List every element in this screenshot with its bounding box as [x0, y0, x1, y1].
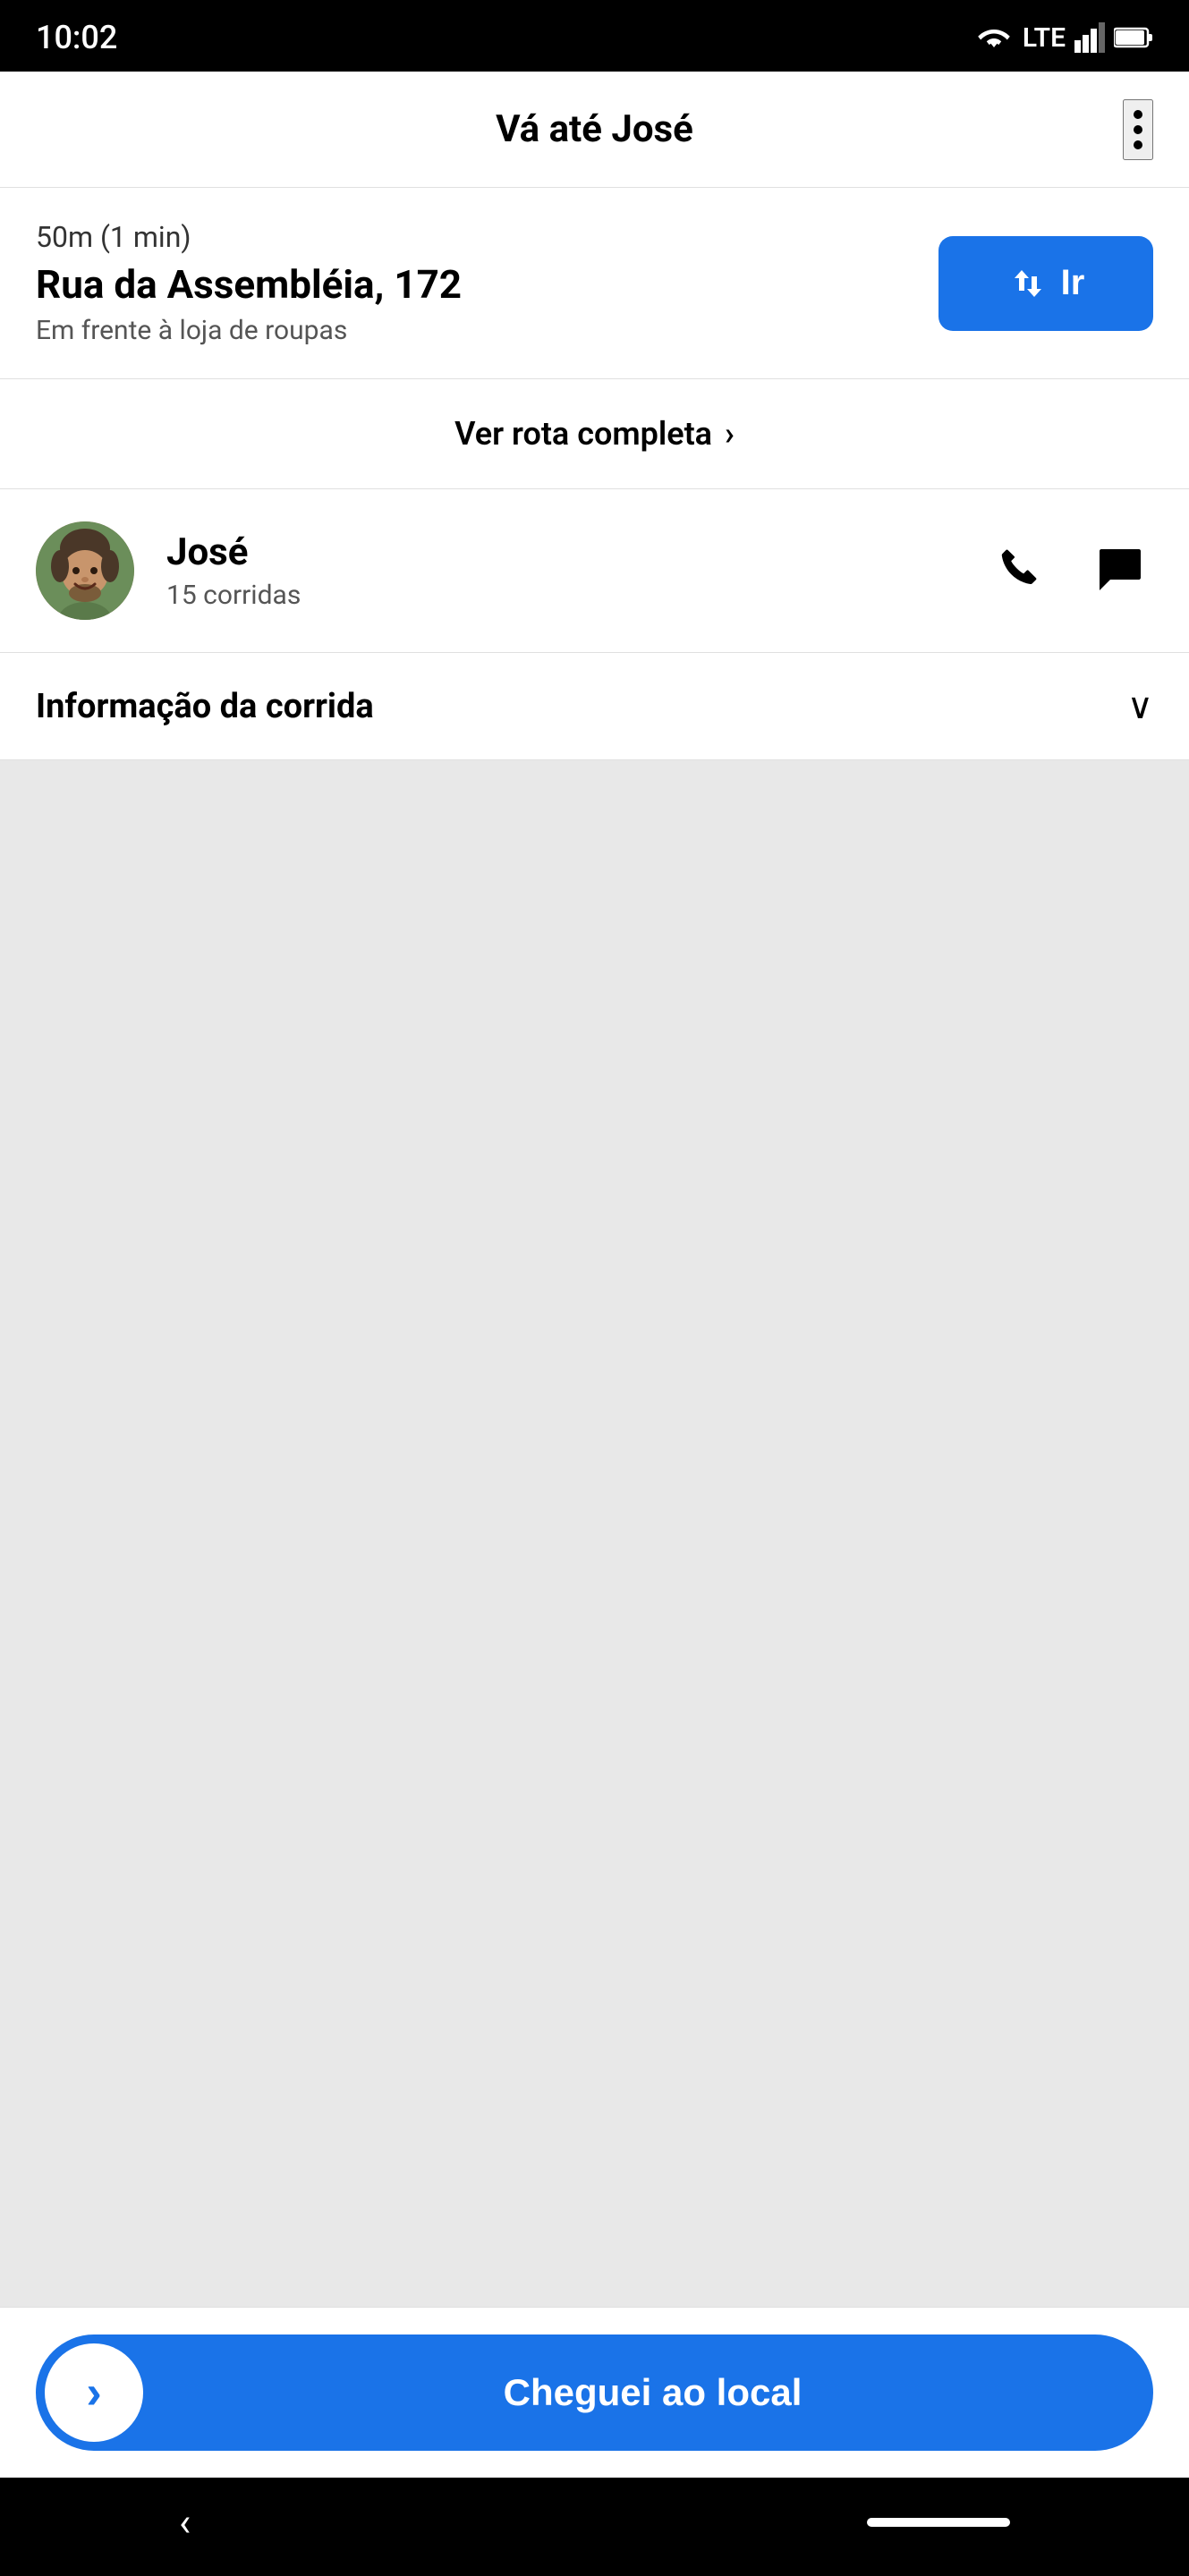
chat-icon	[1096, 546, 1144, 594]
call-button[interactable]	[989, 537, 1055, 606]
nav-description: Em frente à loja de roupas	[36, 315, 938, 346]
passenger-section: José 15 corridas	[0, 489, 1189, 653]
navigation-section: 50m (1 min) Rua da Assembléia, 172 Em fr…	[0, 188, 1189, 379]
arrived-arrow-icon: ›	[86, 2366, 101, 2419]
header-title: Vá até José	[496, 107, 693, 151]
status-icons: LTE	[974, 22, 1153, 54]
route-link-label: Ver rota completa	[454, 415, 712, 453]
map-area	[0, 760, 1189, 2307]
route-section[interactable]: Ver rota completa ›	[0, 379, 1189, 489]
nav-street: Rua da Assembléia, 172	[36, 261, 938, 308]
arrived-button-circle: ›	[45, 2343, 143, 2442]
go-button-label: Ir	[1061, 263, 1085, 303]
arrived-button-label: Cheguei ao local	[152, 2371, 1153, 2414]
signal-icon	[1074, 22, 1105, 53]
back-button[interactable]: ‹	[179, 2499, 191, 2546]
route-link: Ver rota completa ›	[454, 415, 735, 453]
passenger-name: José	[166, 530, 956, 574]
message-button[interactable]	[1087, 537, 1153, 606]
navigation-info: 50m (1 min) Rua da Assembléia, 172 Em fr…	[36, 220, 938, 346]
phone-icon	[998, 546, 1046, 594]
battery-icon	[1114, 27, 1153, 48]
route-arrows-icon	[1007, 263, 1049, 304]
wifi-icon	[974, 22, 1014, 53]
more-menu-button[interactable]	[1123, 99, 1153, 160]
bottom-section: › Cheguei ao local	[0, 2307, 1189, 2478]
home-indicator[interactable]	[867, 2518, 1010, 2527]
arrived-button[interactable]: › Cheguei ao local	[36, 2334, 1153, 2451]
passenger-avatar	[36, 521, 134, 620]
avatar-image	[36, 521, 134, 620]
more-dots-icon	[1134, 110, 1142, 149]
chevron-right-icon: ›	[725, 415, 735, 453]
nav-distance: 50m (1 min)	[36, 220, 938, 254]
go-button[interactable]: Ir	[938, 236, 1153, 331]
header: Vá até José	[0, 72, 1189, 188]
passenger-info: José 15 corridas	[166, 530, 956, 611]
status-bar: 10:02 LTE	[0, 0, 1189, 72]
ride-info-label: Informação da corrida	[36, 687, 374, 726]
bottom-nav: ‹	[0, 2478, 1189, 2576]
ride-info-section[interactable]: Informação da corrida ∨	[0, 653, 1189, 760]
app-screen: Vá até José 50m (1 min) Rua da Assembléi…	[0, 72, 1189, 2478]
chevron-down-icon: ∨	[1127, 685, 1153, 727]
lte-label: LTE	[1023, 22, 1066, 54]
passenger-rides: 15 corridas	[166, 580, 956, 611]
status-time: 10:02	[36, 19, 117, 56]
passenger-actions	[989, 537, 1153, 606]
